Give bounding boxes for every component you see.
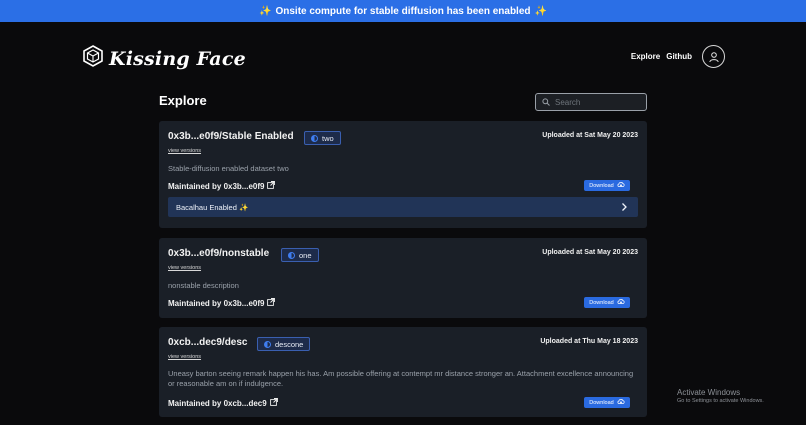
dataset-card[interactable]: 0xcb...dec9/desc descone Uploaded at Thu…	[159, 327, 647, 417]
dataset-title[interactable]: 0xcb...dec9/desc	[168, 337, 248, 348]
upload-date: Uploaded at Sat May 20 2023	[542, 249, 638, 256]
logo-text: Kissing Face	[109, 47, 246, 70]
download-label: Download	[589, 399, 614, 406]
half-circle-icon	[264, 340, 271, 348]
half-circle-icon	[311, 134, 318, 142]
nav-github-link[interactable]: Github	[666, 52, 692, 61]
download-button[interactable]: Download	[584, 180, 630, 191]
dataset-description: nonstable description	[168, 281, 239, 290]
sparkle-icon: ✨	[259, 5, 272, 17]
cloud-download-icon	[617, 181, 625, 190]
bacalhau-label: Bacalhau Enabled ✨	[176, 202, 249, 212]
search-box[interactable]	[535, 93, 647, 111]
bacalhau-enabled-row[interactable]: Bacalhau Enabled ✨	[168, 197, 638, 217]
upload-date: Uploaded at Sat May 20 2023	[542, 132, 638, 139]
dataset-card[interactable]: 0x3b...e0f9/nonstable one Uploaded at Sa…	[159, 238, 647, 318]
badge-label: descone	[275, 339, 304, 349]
dataset-card[interactable]: 0x3b...e0f9/Stable Enabled two Uploaded …	[159, 121, 647, 228]
site-logo[interactable]: Kissing Face	[83, 45, 246, 72]
maintainer-label: Maintained by 0xcb...dec9	[168, 398, 267, 408]
version-badge: two	[304, 131, 341, 145]
view-versions-link[interactable]: view versions	[168, 265, 201, 271]
user-icon[interactable]	[702, 45, 725, 68]
half-circle-icon	[288, 251, 295, 259]
activate-windows-subtitle: Go to Settings to activate Windows.	[677, 398, 764, 404]
external-link-icon[interactable]	[269, 398, 278, 408]
view-versions-link[interactable]: view versions	[168, 148, 201, 154]
maintainer-label: Maintained by 0x3b...e0f9	[168, 298, 265, 308]
activate-windows-watermark: Activate Windows Go to Settings to activ…	[677, 388, 764, 404]
download-button[interactable]: Download	[584, 297, 630, 308]
badge-label: one	[299, 250, 312, 260]
announcement-banner: ✨ Onsite compute for stable diffusion ha…	[0, 0, 806, 22]
search-icon	[542, 93, 550, 111]
download-button[interactable]: Download	[584, 397, 630, 408]
dataset-description: Stable-diffusion enabled dataset two	[168, 164, 289, 173]
download-label: Download	[589, 299, 614, 306]
cloud-download-icon	[617, 398, 625, 407]
view-versions-link[interactable]: view versions	[168, 354, 201, 360]
external-link-icon[interactable]	[267, 298, 276, 308]
maintainer[interactable]: Maintained by 0x3b...e0f9	[168, 298, 276, 308]
external-link-icon[interactable]	[267, 181, 276, 191]
upload-date: Uploaded at Thu May 18 2023	[540, 338, 638, 345]
download-label: Download	[589, 182, 614, 189]
cloud-download-icon	[617, 298, 625, 307]
hexagon-cube-icon	[83, 45, 103, 72]
banner-text: Onsite compute for stable diffusion has …	[275, 5, 531, 17]
maintainer[interactable]: Maintained by 0xcb...dec9	[168, 398, 278, 408]
search-input[interactable]	[555, 97, 635, 107]
badge-label: two	[322, 133, 334, 143]
nav-explore-link[interactable]: Explore	[631, 52, 660, 61]
activate-windows-title: Activate Windows	[677, 388, 741, 397]
top-nav: Explore Github	[631, 45, 725, 68]
sparkle-icon: ✨	[534, 5, 547, 17]
dataset-description: Uneasy barton seeing remark happen his h…	[168, 369, 634, 388]
chevron-right-icon	[620, 202, 628, 214]
dataset-title[interactable]: 0x3b...e0f9/Stable Enabled	[168, 131, 294, 142]
page-title: Explore	[159, 93, 207, 108]
version-badge: descone	[257, 337, 311, 351]
dataset-title[interactable]: 0x3b...e0f9/nonstable	[168, 248, 269, 259]
maintainer[interactable]: Maintained by 0x3b...e0f9	[168, 181, 276, 191]
maintainer-label: Maintained by 0x3b...e0f9	[168, 181, 265, 191]
version-badge: one	[281, 248, 319, 262]
